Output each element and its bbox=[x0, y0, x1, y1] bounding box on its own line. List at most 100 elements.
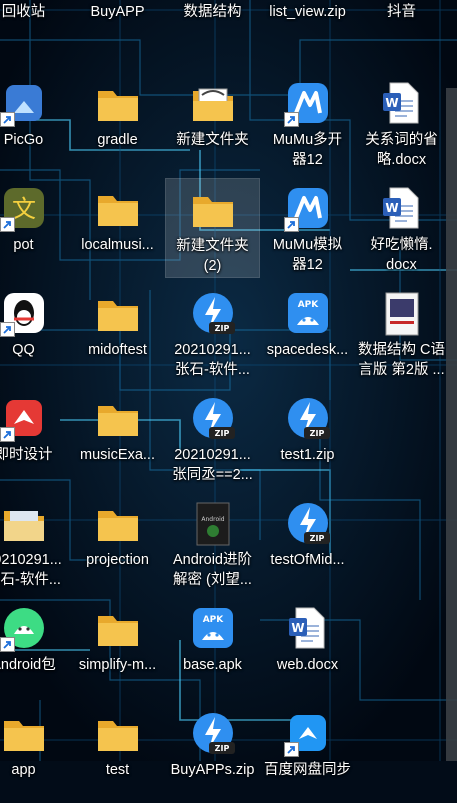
desktop-icon[interactable]: ZIP 20210291... 张石-软件... bbox=[165, 283, 260, 383]
desktop-icon-label: 20210291... 张同丞==2... bbox=[172, 447, 253, 483]
baidu-icon bbox=[283, 709, 332, 757]
desktop-icon-label: PicGo bbox=[3, 132, 44, 148]
desktop-icon[interactable]: midoftest bbox=[70, 283, 165, 383]
svg-text:文: 文 bbox=[12, 195, 36, 223]
book-dark-icon: Android bbox=[189, 499, 237, 547]
desktop-icon-label: testOfMid... bbox=[270, 552, 345, 568]
folder-icon bbox=[0, 709, 48, 757]
svg-text:W: W bbox=[385, 201, 398, 215]
desktop-icon-label: gradle bbox=[97, 132, 138, 148]
desktop-icon[interactable]: 20210291... 张石-软件... bbox=[0, 493, 71, 593]
desktop-icon[interactable]: 回收站 bbox=[0, 0, 71, 45]
shortcut-arrow-icon bbox=[283, 217, 299, 232]
desktop-icon-label: 即时设计 bbox=[0, 447, 53, 463]
desktop-icon-label: midoftest bbox=[88, 342, 147, 358]
pot-icon: 文 bbox=[0, 184, 48, 232]
desktop-icon[interactable]: projection bbox=[70, 493, 165, 593]
desktop-icon[interactable]: ZIPlist_view.zip bbox=[260, 0, 355, 45]
jishi-icon bbox=[0, 394, 48, 442]
desktop-icon[interactable]: gradle bbox=[70, 73, 165, 173]
desktop-icon[interactable]: ZIP test1.zip bbox=[260, 388, 355, 488]
folder-icon bbox=[94, 79, 142, 127]
desktop-icon[interactable]: 新建文件夹 (2) bbox=[165, 178, 260, 278]
desktop-icon[interactable]: W 好吃懒惰. docx bbox=[354, 178, 449, 278]
apk-icon: APK bbox=[189, 604, 237, 652]
folder-icon bbox=[94, 709, 142, 757]
desktop-icon-label: test bbox=[105, 762, 130, 778]
word-icon: W bbox=[378, 79, 426, 127]
desktop-icon-label: 数据结构 C语 言版 第2版 ... bbox=[358, 342, 445, 378]
desktop-icon[interactable]: APK base.apk bbox=[165, 598, 260, 698]
desktop-icon-label: localmusi... bbox=[81, 237, 154, 253]
desktop-icon[interactable]: ZIP BuyAPPs.zip bbox=[165, 703, 260, 803]
desktop-icon[interactable]: simplify-m... bbox=[70, 598, 165, 698]
desktop-icon-label: Android包 bbox=[0, 657, 56, 673]
apk-icon: APK bbox=[284, 289, 332, 337]
folder-icon bbox=[94, 394, 142, 442]
svg-text:W: W bbox=[291, 621, 304, 635]
desktop-icon-label: projection bbox=[86, 552, 149, 568]
desktop-icon[interactable]: Android包 bbox=[0, 598, 71, 698]
desktop-icon-label: Android进阶 解密 (刘望... bbox=[173, 552, 252, 588]
desktop-icon-label: base.apk bbox=[183, 657, 242, 673]
desktop-icon[interactable]: test bbox=[70, 703, 165, 803]
desktop-icon-label: 20210291... 张石-软件... bbox=[174, 342, 251, 378]
zip-icon: ZIP bbox=[284, 394, 332, 442]
folder-open-icon bbox=[189, 79, 237, 127]
desktop-icon[interactable]: localmusi... bbox=[70, 178, 165, 278]
desktop-icon[interactable]: 新建文件夹 bbox=[165, 73, 260, 173]
desktop-icon[interactable]: BuyAPP bbox=[70, 0, 165, 45]
desktop-icon-label: musicExa... bbox=[80, 447, 155, 463]
desktop-icon-label: 好吃懒惰. docx bbox=[370, 237, 433, 273]
folder-icon bbox=[94, 184, 142, 232]
mumu-icon bbox=[283, 79, 332, 127]
desktop-icon[interactable]: PicGo bbox=[0, 73, 71, 173]
svg-text:Android: Android bbox=[201, 516, 224, 523]
shortcut-arrow-icon bbox=[0, 112, 15, 127]
zip-icon: ZIP bbox=[189, 709, 237, 757]
desktop-icon[interactable]: APK spacedesk... bbox=[260, 283, 355, 383]
desktop-icon[interactable]: ZIP testOfMid... bbox=[260, 493, 355, 593]
desktop-icon-label: MuMu模拟 器12 bbox=[272, 237, 343, 273]
folder-icon bbox=[94, 289, 142, 337]
desktop-icon[interactable]: MuMu模拟 器12 bbox=[260, 178, 355, 278]
desktop-icon-label: app bbox=[11, 762, 36, 778]
desktop-icon[interactable]: 百度网盘同步 bbox=[260, 703, 355, 803]
svg-text:W: W bbox=[385, 96, 398, 110]
shortcut-arrow-icon bbox=[0, 322, 15, 337]
folder-icon bbox=[94, 604, 142, 652]
desktop-icon[interactable]: ZIP 20210291... 张同丞==2... bbox=[165, 388, 260, 488]
desktop-icon[interactable]: musicExa... bbox=[70, 388, 165, 488]
desktop-icon[interactable]: Wweb.docx bbox=[260, 598, 355, 698]
word-icon: W bbox=[378, 184, 426, 232]
shortcut-arrow-icon bbox=[0, 217, 15, 232]
folder-icon bbox=[94, 499, 142, 547]
desktop-icon[interactable]: 即时设计 bbox=[0, 388, 71, 488]
desktop-icon[interactable]: MuMu多开 器12 bbox=[260, 73, 355, 173]
desktop-icon-label: BuyAPPs.zip bbox=[170, 762, 255, 778]
desktop-icon-label: 新建文件夹 bbox=[176, 132, 249, 148]
svg-text:ZIP: ZIP bbox=[309, 534, 324, 543]
desktop-icon-label: QQ bbox=[12, 342, 35, 358]
desktop-icon-grid: 回收站 BuyAPP 数据结构ZIPlist_view.zip抖音 PicGo grad… bbox=[0, 0, 457, 778]
shortcut-arrow-icon bbox=[283, 112, 299, 127]
desktop-icon[interactable]: 抖音 bbox=[354, 0, 449, 45]
desktop-icon-label: spacedesk... bbox=[266, 342, 349, 358]
desktop-icon[interactable]: app bbox=[0, 703, 71, 803]
desktop-icon-label: 新建文件夹 (2) bbox=[176, 238, 249, 274]
desktop-icon[interactable]: W 关系词的省 略.docx bbox=[354, 73, 449, 173]
desktop-icon[interactable]: QQ bbox=[0, 283, 71, 383]
desktop-icon-label: BuyAPP bbox=[90, 4, 145, 20]
desktop-icon-label: simplify-m... bbox=[78, 657, 157, 673]
picgo-icon bbox=[0, 79, 48, 127]
desktop-icon[interactable]: 数据结构 C语 言版 第2版 ... bbox=[354, 283, 449, 383]
desktop-icon[interactable]: 数据结构 bbox=[165, 0, 260, 45]
desktop-icon-label: MuMu多开 器12 bbox=[272, 132, 343, 168]
desktop-icon[interactable]: 文 pot bbox=[0, 178, 71, 278]
mumu-icon bbox=[283, 184, 332, 232]
shortcut-arrow-icon bbox=[0, 427, 15, 442]
svg-text:ZIP: ZIP bbox=[214, 429, 229, 438]
desktop-icon[interactable]: Android Android进阶 解密 (刘望... bbox=[165, 493, 260, 593]
folder-zip-icon bbox=[0, 499, 48, 547]
desktop-icon-label: web.docx bbox=[276, 657, 339, 673]
